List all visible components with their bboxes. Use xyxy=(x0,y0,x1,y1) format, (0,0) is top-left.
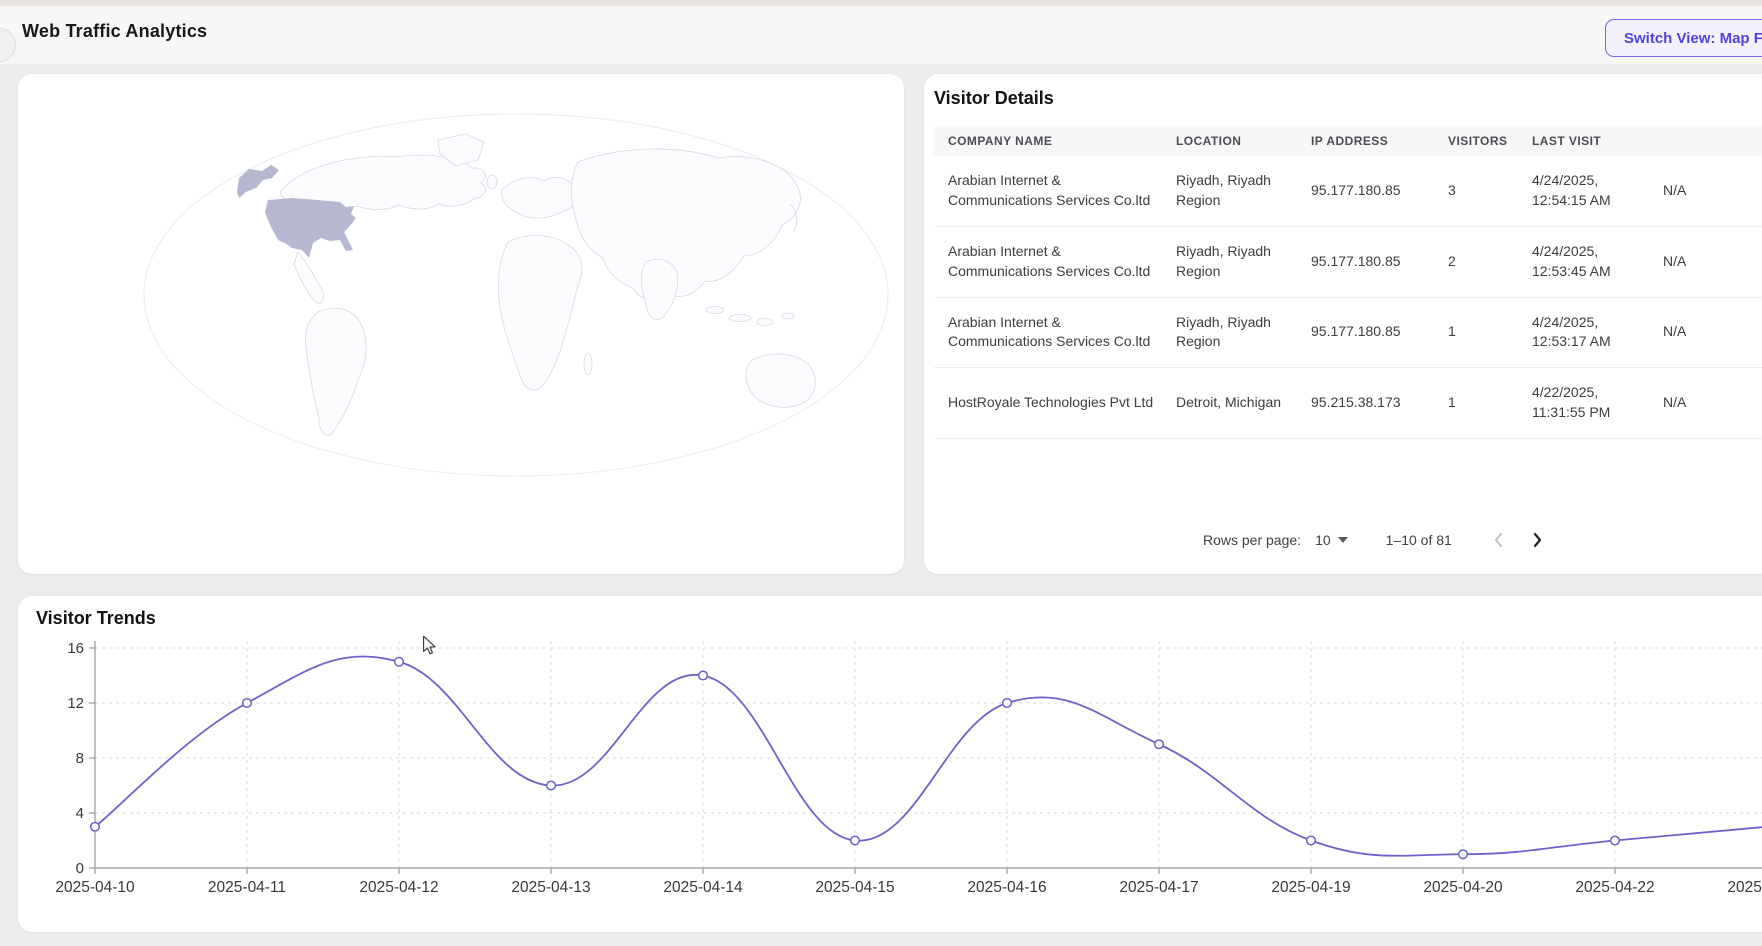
rows-per-page-select[interactable]: 10 xyxy=(1315,532,1348,548)
visitor-trends-title: Visitor Trends xyxy=(36,608,156,629)
cell-last-visit: 4/22/2025, 11:31:55 PM xyxy=(1532,383,1663,423)
rows-per-page-value: 10 xyxy=(1315,532,1331,548)
svg-text:2025-04-16: 2025-04-16 xyxy=(967,879,1046,896)
usa-highlight xyxy=(265,198,356,258)
mouse-cursor xyxy=(419,634,441,656)
table-row: Arabian Internet & Communications Servic… xyxy=(934,156,1762,227)
svg-text:2025-04-13: 2025-04-13 xyxy=(511,879,590,896)
cell-location: Detroit, Michigan xyxy=(1176,393,1311,413)
column-header-ip-address: IP ADDRESS xyxy=(1311,134,1448,148)
top-strip xyxy=(0,0,1762,6)
header-circle-decoration xyxy=(0,28,16,62)
chevron-left-icon xyxy=(1493,532,1503,548)
svg-text:12: 12 xyxy=(67,695,84,712)
cell-extra: N/A xyxy=(1663,252,1762,272)
cell-visitors: 1 xyxy=(1448,322,1532,342)
cell-location: Riyadh, Riyadh Region xyxy=(1176,313,1311,353)
cell-location: Riyadh, Riyadh Region xyxy=(1176,242,1311,282)
cell-company-name: HostRoyale Technologies Pvt Ltd xyxy=(948,393,1176,413)
cell-company-name: Arabian Internet & Communications Servic… xyxy=(948,171,1176,211)
svg-text:16: 16 xyxy=(67,640,84,657)
cell-last-visit: 4/24/2025, 12:53:17 AM xyxy=(1532,313,1663,353)
table-row: Arabian Internet & Communications Servic… xyxy=(934,227,1762,298)
cell-visitors: 2 xyxy=(1448,252,1532,272)
cell-company-name: Arabian Internet & Communications Servic… xyxy=(948,313,1176,353)
alaska-highlight xyxy=(237,165,279,198)
cell-extra: N/A xyxy=(1663,393,1762,413)
next-page-button[interactable] xyxy=(1524,526,1552,554)
rows-per-page-label: Rows per page: xyxy=(1203,532,1301,548)
svg-text:0: 0 xyxy=(76,860,84,877)
cell-extra: N/A xyxy=(1663,181,1762,201)
svg-text:2025-04-23: 2025-04-23 xyxy=(1727,879,1762,896)
world-map xyxy=(140,112,893,478)
svg-text:2025-04-12: 2025-04-12 xyxy=(359,879,438,896)
cell-ip-address: 95.215.38.173 xyxy=(1311,393,1448,413)
svg-text:2025-04-19: 2025-04-19 xyxy=(1271,879,1350,896)
svg-text:2025-04-22: 2025-04-22 xyxy=(1575,879,1654,896)
table-row: HostRoyale Technologies Pvt LtdDetroit, … xyxy=(934,368,1762,439)
page-title: Web Traffic Analytics xyxy=(22,21,207,42)
chevron-right-icon xyxy=(1533,532,1543,548)
cell-ip-address: 95.177.180.85 xyxy=(1311,252,1448,272)
cell-extra: N/A xyxy=(1663,322,1762,342)
previous-page-button[interactable] xyxy=(1484,526,1512,554)
visitor-trends-chart: 0 4 8 12 16 2025-04-10 2025-04-11 2025-04-12 202… xyxy=(18,596,1762,932)
map-panel xyxy=(18,74,904,574)
cell-location: Riyadh, Riyadh Region xyxy=(1176,171,1311,211)
column-header-location: LOCATION xyxy=(1176,134,1311,148)
app-header: Web Traffic Analytics Switch View: Map F… xyxy=(0,0,1762,65)
column-header-visitors: VISITORS xyxy=(1448,134,1532,148)
visitor-details-panel: Visitor Details COMPANY NAMELOCATIONIP A… xyxy=(924,74,1762,574)
svg-text:2025-04-14: 2025-04-14 xyxy=(663,879,743,896)
svg-text:2025-04-15: 2025-04-15 xyxy=(815,879,894,896)
dropdown-caret-icon xyxy=(1338,537,1348,543)
column-header-company-name: COMPANY NAME xyxy=(948,134,1176,148)
cell-last-visit: 4/24/2025, 12:54:15 AM xyxy=(1532,171,1663,211)
visitor-details-title: Visitor Details xyxy=(934,88,1054,109)
svg-text:2025-04-10: 2025-04-10 xyxy=(55,879,135,896)
switch-view-button[interactable]: Switch View: Map Foc xyxy=(1605,19,1762,57)
svg-text:2025-04-20: 2025-04-20 xyxy=(1423,879,1503,896)
map-continents xyxy=(280,134,815,435)
table-row: Arabian Internet & Communications Servic… xyxy=(934,298,1762,369)
svg-text:4: 4 xyxy=(76,805,84,822)
svg-text:8: 8 xyxy=(76,750,84,767)
cell-ip-address: 95.177.180.85 xyxy=(1311,322,1448,342)
column-header-last-visit: LAST VISIT xyxy=(1532,134,1663,148)
svg-text:2025-04-17: 2025-04-17 xyxy=(1119,879,1198,896)
cell-company-name: Arabian Internet & Communications Servic… xyxy=(948,242,1176,282)
visitor-table-body: Arabian Internet & Communications Servic… xyxy=(934,156,1762,439)
visitor-table: COMPANY NAMELOCATIONIP ADDRESSVISITORSLA… xyxy=(934,126,1762,439)
cell-ip-address: 95.177.180.85 xyxy=(1311,181,1448,201)
cell-visitors: 3 xyxy=(1448,181,1532,201)
cell-last-visit: 4/24/2025, 12:53:45 AM xyxy=(1532,242,1663,282)
pagination: Rows per page: 10 1–10 of 81 xyxy=(1203,526,1552,554)
visitor-trends-panel: 0 4 8 12 16 2025-04-10 2025-04-11 2025-04-12 202… xyxy=(18,596,1762,932)
cell-visitors: 1 xyxy=(1448,393,1532,413)
svg-text:2025-04-11: 2025-04-11 xyxy=(208,879,286,896)
pagination-range: 1–10 of 81 xyxy=(1386,532,1452,548)
visitor-table-header: COMPANY NAMELOCATIONIP ADDRESSVISITORSLA… xyxy=(934,126,1762,156)
